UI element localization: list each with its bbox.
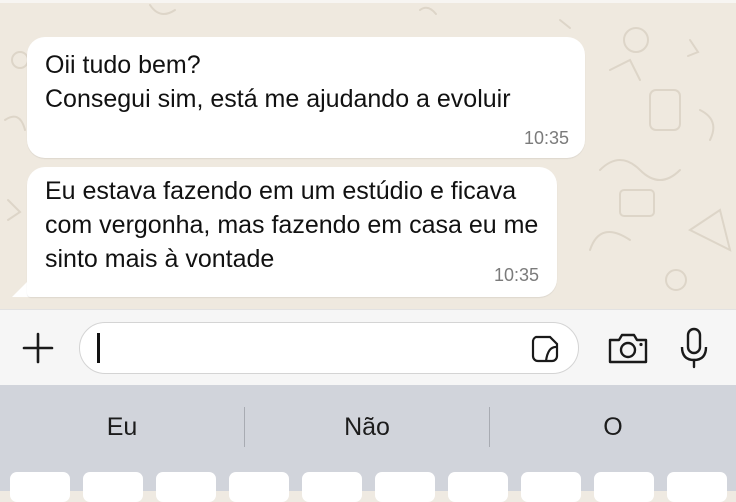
message-bubble-2[interactable]: Eu estava fazendo em um estúdio e ficava… — [27, 167, 557, 297]
suggestion-3[interactable]: O — [490, 407, 736, 447]
keyboard-key[interactable] — [156, 472, 216, 502]
message-timestamp: 10:35 — [493, 265, 539, 285]
keyboard-key[interactable] — [521, 472, 581, 502]
text-cursor — [97, 333, 100, 363]
message-text: Oii tudo bem? Consegui sim, está me ajud… — [45, 51, 511, 113]
keyboard-key[interactable] — [302, 472, 362, 502]
keyboard-key[interactable] — [667, 472, 727, 502]
keyboard-key[interactable] — [375, 472, 435, 502]
chat-area[interactable]: Oii tudo bem? Consegui sim, está me ajud… — [0, 0, 736, 309]
voice-record-button[interactable] — [676, 326, 712, 370]
plus-icon — [22, 332, 54, 364]
message-timestamp: 10:35 — [523, 128, 569, 148]
camera-button[interactable] — [605, 328, 651, 368]
keyboard-key[interactable] — [83, 472, 143, 502]
keyboard-key[interactable] — [448, 472, 508, 502]
attach-plus-button[interactable] — [18, 328, 58, 368]
sticker-icon — [531, 335, 559, 363]
message-text: Eu estava fazendo em um estúdio e ficava… — [45, 177, 539, 273]
suggestion-1[interactable]: Eu — [0, 407, 244, 447]
microphone-icon — [680, 327, 708, 369]
message-input-bar — [0, 309, 736, 386]
message-input[interactable] — [79, 322, 579, 374]
camera-icon — [608, 333, 648, 364]
keyboard-key[interactable] — [10, 472, 70, 502]
message-bubble-1[interactable]: Oii tudo bem? Consegui sim, está me ajud… — [27, 37, 585, 158]
keyboard-key[interactable] — [229, 472, 289, 502]
keyboard: Eu Não O — [0, 385, 736, 502]
sticker-button[interactable] — [528, 332, 562, 366]
keyboard-key[interactable] — [594, 472, 654, 502]
keyboard-suggestions: Eu Não O — [0, 385, 736, 469]
suggestion-2[interactable]: Não — [245, 407, 489, 447]
